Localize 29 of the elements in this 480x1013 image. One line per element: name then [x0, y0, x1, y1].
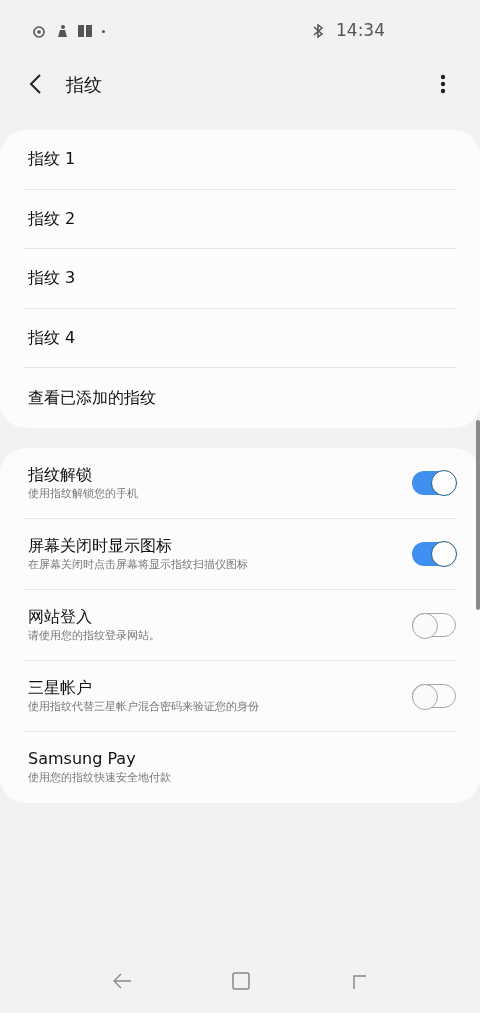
fingerprint-item[interactable]: 指纹 1 — [24, 147, 80, 172]
page-title: 指纹 — [66, 72, 102, 97]
bluetooth-icon — [312, 23, 324, 39]
scrollbar-icon — [476, 420, 480, 610]
toggle-switch[interactable] — [412, 470, 456, 495]
setting-description: 请使用您的指纹登录网站。 — [28, 627, 161, 644]
fingerprint-item[interactable]: 指纹 4 — [24, 326, 80, 351]
setting-description: 在屏幕关闭时点击屏幕将显示指纹扫描仪图标 — [28, 556, 249, 573]
app-notification-icon — [32, 24, 46, 38]
setting-title[interactable]: 屏幕关闭时显示图标 — [28, 534, 408, 557]
home-nav-icon[interactable] — [232, 972, 250, 990]
setting-description: 使用您的指纹快速安全地付款 — [28, 770, 172, 787]
recents-nav-icon[interactable] — [350, 972, 368, 990]
fingerprint-item[interactable]: 指纹 3 — [24, 266, 80, 291]
figure-notification-icon — [56, 24, 68, 38]
setting-description: 使用指纹代替三星帐户混合密码来验证您的身份 — [28, 698, 260, 715]
dot-icon — [102, 29, 105, 33]
setting-title[interactable]: 指纹解锁 — [28, 463, 408, 486]
fingerprint-item[interactable]: 查看已添加的指纹 — [24, 386, 160, 411]
setting-description: 使用指纹解锁您的手机 — [28, 485, 139, 502]
back-icon[interactable] — [28, 73, 42, 95]
fingerprint-item[interactable]: 指纹 2 — [24, 206, 80, 231]
setting-title[interactable]: 网站登入 — [28, 605, 408, 628]
toggle-switch[interactable] — [412, 541, 456, 566]
setting-title[interactable]: 三星帐户 — [28, 676, 408, 699]
clock-time: 14:34 — [336, 19, 385, 43]
setting-title[interactable]: Samsung Pay — [28, 748, 452, 771]
back-nav-icon[interactable] — [112, 972, 132, 990]
more-options-icon[interactable] — [440, 74, 446, 94]
